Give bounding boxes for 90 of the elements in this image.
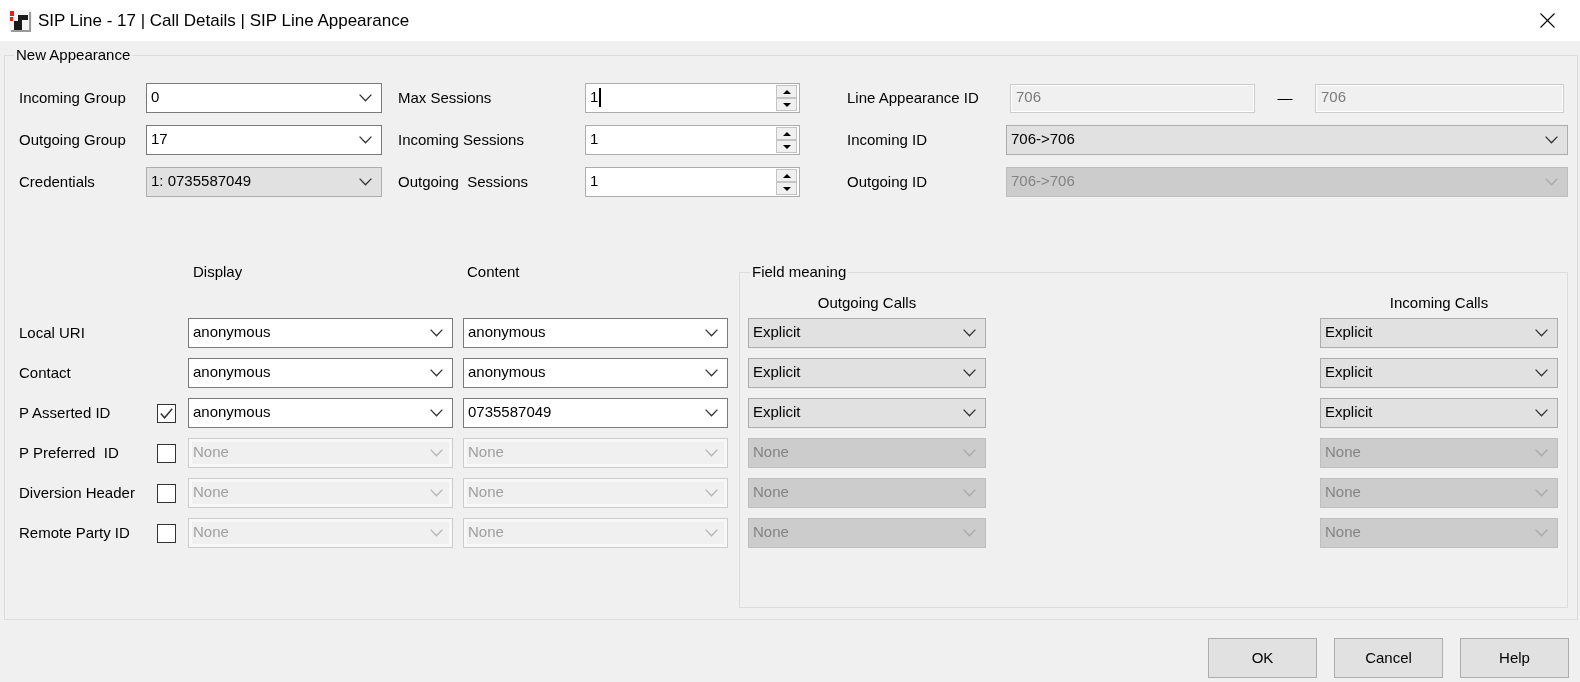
chevron-down-icon bbox=[705, 489, 718, 497]
column-header: Content bbox=[467, 263, 520, 281]
down-triangle-icon bbox=[782, 186, 791, 191]
field-label: Remote Party ID bbox=[19, 522, 131, 543]
chevron-down-icon bbox=[1545, 136, 1558, 144]
field-label: Incoming Sessions bbox=[398, 129, 525, 150]
combo-box[interactable]: anonymous bbox=[188, 318, 453, 348]
combo-box[interactable]: 17 bbox=[146, 125, 382, 155]
chevron-down-icon bbox=[430, 369, 443, 377]
chevron-down-icon bbox=[1535, 529, 1548, 537]
chevron-down-icon bbox=[963, 329, 976, 337]
chevron-down-icon bbox=[963, 449, 976, 457]
chevron-down-icon bbox=[1535, 409, 1548, 417]
chevron-down-icon bbox=[963, 369, 976, 377]
chevron-down-icon bbox=[705, 529, 718, 537]
up-triangle-icon bbox=[782, 89, 791, 94]
dialog-button[interactable]: Cancel bbox=[1334, 638, 1443, 678]
field-label: Line Appearance ID bbox=[847, 87, 980, 108]
chevron-down-icon bbox=[963, 529, 976, 537]
dropdown[interactable]: Explicit bbox=[1320, 398, 1558, 428]
chevron-down-icon bbox=[430, 409, 443, 417]
field-label: P Asserted ID bbox=[19, 402, 112, 423]
field-label: Outgoing ID bbox=[847, 171, 929, 192]
chevron-down-icon bbox=[359, 136, 372, 144]
field-label: Local URI bbox=[19, 322, 86, 343]
group-title: Field meaning bbox=[751, 263, 848, 281]
chevron-down-icon bbox=[1535, 489, 1548, 497]
field-label: Diversion Header bbox=[19, 482, 136, 503]
combo-box[interactable]: anonymous bbox=[463, 318, 728, 348]
chevron-down-icon bbox=[359, 178, 372, 186]
field-label: Outgoing Group bbox=[19, 129, 127, 150]
chevron-down-icon bbox=[963, 409, 976, 417]
field-label: Credentials bbox=[19, 171, 96, 192]
chevron-down-icon bbox=[1535, 329, 1548, 337]
chevron-down-icon bbox=[1545, 178, 1558, 186]
checkbox[interactable] bbox=[157, 403, 176, 423]
spin-up-button[interactable] bbox=[776, 85, 797, 98]
chevron-down-icon bbox=[1535, 369, 1548, 377]
number-spin-field[interactable]: 1 bbox=[585, 83, 800, 113]
dialog-button[interactable]: OK bbox=[1208, 638, 1317, 678]
chevron-down-icon bbox=[430, 529, 443, 537]
chevron-down-icon bbox=[359, 94, 372, 102]
field-label: P Preferred ID bbox=[19, 442, 120, 463]
dropdown[interactable]: Explicit bbox=[1320, 318, 1558, 348]
combo-box[interactable]: anonymous bbox=[188, 358, 453, 388]
dropdown[interactable]: 706->706 bbox=[1006, 125, 1568, 155]
app-logo-icon bbox=[9, 9, 32, 32]
field-label: Outgoing Sessions bbox=[398, 171, 530, 192]
dropdown[interactable]: Explicit bbox=[748, 398, 986, 428]
field-label: Max Sessions bbox=[398, 87, 493, 108]
chevron-down-icon bbox=[430, 489, 443, 497]
chevron-down-icon bbox=[705, 449, 718, 457]
checkmark-icon bbox=[160, 407, 173, 419]
dropdown[interactable]: 1: 0735587049 bbox=[146, 167, 382, 197]
number-spin-field[interactable]: 1 bbox=[585, 125, 800, 155]
combo-box[interactable]: 0735587049 bbox=[463, 398, 728, 428]
combo-box[interactable]: anonymous bbox=[188, 398, 453, 428]
spin-down-button[interactable] bbox=[776, 140, 797, 153]
down-triangle-icon bbox=[782, 144, 791, 149]
up-triangle-icon bbox=[782, 173, 791, 178]
chevron-down-icon bbox=[430, 329, 443, 337]
field-label: Contact bbox=[19, 362, 72, 383]
field-label: Incoming Group bbox=[19, 87, 127, 108]
dropdown[interactable]: Explicit bbox=[1320, 358, 1558, 388]
spin-up-button[interactable] bbox=[776, 169, 797, 182]
spin-down-button[interactable] bbox=[776, 98, 797, 111]
chevron-down-icon bbox=[430, 449, 443, 457]
dialog-button[interactable]: Help bbox=[1460, 638, 1569, 678]
spin-up-button[interactable] bbox=[776, 127, 797, 140]
column-header: Outgoing Calls bbox=[817, 294, 917, 312]
number-spin-field[interactable]: 1 bbox=[585, 167, 800, 197]
dropdown[interactable]: Explicit bbox=[748, 318, 986, 348]
combo-box[interactable]: 0 bbox=[146, 83, 382, 113]
column-header: Display bbox=[193, 263, 244, 281]
window-title: SIP Line - 17 | Call Details | SIP Line Appearance bbox=[38, 9, 410, 32]
down-triangle-icon bbox=[782, 102, 791, 107]
close-icon bbox=[1539, 13, 1555, 28]
chevron-down-icon bbox=[705, 369, 718, 377]
chevron-down-icon bbox=[1535, 449, 1548, 457]
dropdown[interactable]: Explicit bbox=[748, 358, 986, 388]
spin-down-button[interactable] bbox=[776, 182, 797, 195]
combo-box[interactable]: anonymous bbox=[463, 358, 728, 388]
chevron-down-icon bbox=[705, 409, 718, 417]
chevron-down-icon bbox=[705, 329, 718, 337]
range-separator: — bbox=[1277, 87, 1293, 108]
group-title: New Appearance bbox=[15, 46, 132, 64]
up-triangle-icon bbox=[782, 131, 791, 136]
column-header: Incoming Calls bbox=[1389, 294, 1489, 312]
field-label: Incoming ID bbox=[847, 129, 929, 150]
chevron-down-icon bbox=[963, 489, 976, 497]
